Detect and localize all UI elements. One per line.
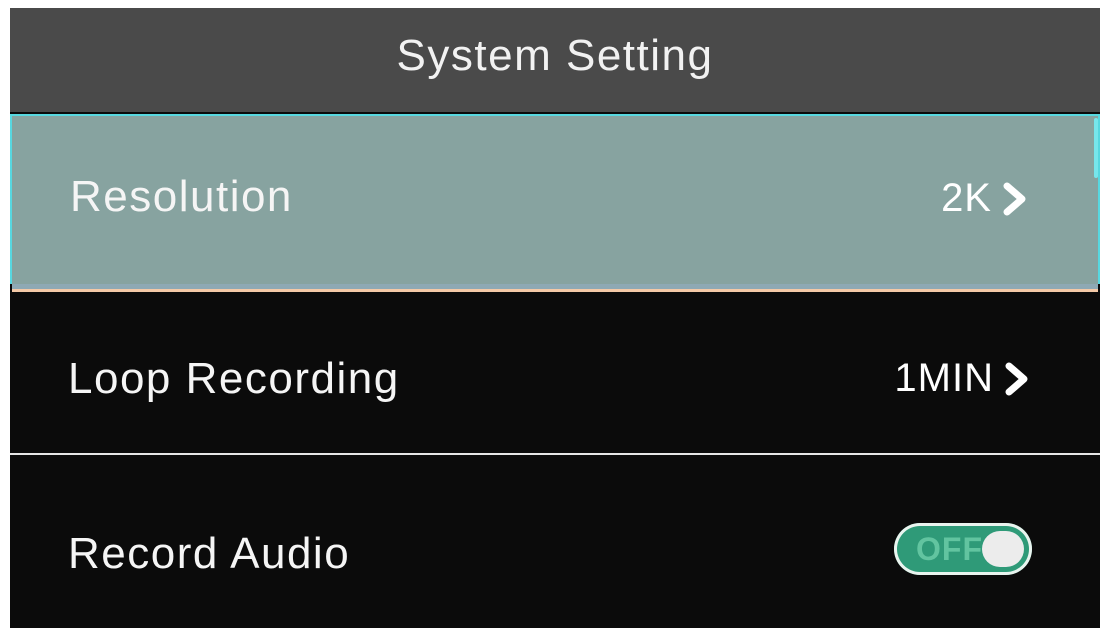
system-setting-screen: System Setting Resolution 2K Loop Record… (10, 8, 1100, 628)
menu-item-loop-recording[interactable]: Loop Recording 1MIN (10, 292, 1100, 455)
menu-item-value-wrap: 2K (941, 176, 1028, 221)
menu-item-resolution[interactable]: Resolution 2K (10, 114, 1100, 292)
menu-item-value: 1MIN (894, 356, 994, 400)
chevron-right-icon (1003, 182, 1026, 215)
title-bar: System Setting (10, 8, 1100, 112)
menu-item-value-wrap: 1MIN (894, 356, 1030, 401)
menu-item-value: 2K (941, 176, 992, 220)
menu-item-record-audio[interactable]: Record Audio OFF (10, 457, 1100, 628)
vertical-scrollbar[interactable] (1094, 118, 1098, 178)
menu-item-label: Record Audio (68, 529, 351, 578)
chevron-right-icon (1005, 362, 1028, 395)
toggle-state-text: OFF (916, 531, 983, 567)
menu-item-label: Resolution (70, 172, 293, 221)
menu-item-label: Loop Recording (68, 354, 400, 403)
toggle-knob (982, 531, 1024, 567)
page-title: System Setting (396, 31, 714, 80)
bottom-edge (10, 622, 1100, 628)
record-audio-toggle[interactable]: OFF (894, 523, 1032, 575)
